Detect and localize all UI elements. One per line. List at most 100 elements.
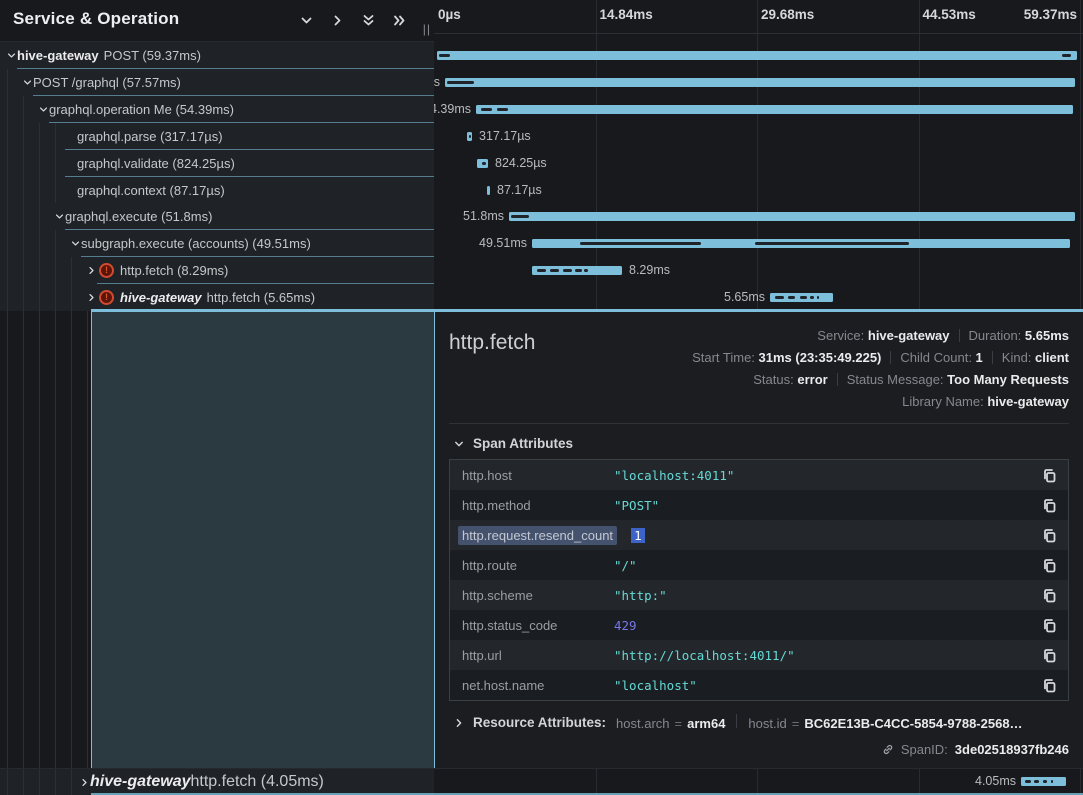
span-duration-bar[interactable] [437, 51, 1077, 60]
ruler-divider [434, 33, 1083, 34]
chevron-down-icon[interactable] [37, 103, 49, 115]
span-label: graphql.execute (51.8ms) [65, 209, 212, 224]
span-attributes-toggle[interactable]: Span Attributes [453, 436, 1069, 451]
span-detail-panel: http.fetch Service: hive-gatewayDuration… [434, 312, 1083, 768]
copy-icon[interactable] [1042, 558, 1058, 573]
attribute-row[interactable]: http.method"POST" [450, 490, 1068, 520]
chevron-right-icon[interactable] [85, 292, 97, 304]
span-duration-bar[interactable] [467, 132, 472, 141]
meta-separator [890, 351, 891, 364]
span-meta: Service: hive-gatewayDuration: 5.65ms Sta… [692, 325, 1069, 413]
copy-icon[interactable] [1042, 588, 1058, 603]
attribute-row[interactable]: http.request.resend_count1 [450, 520, 1068, 550]
tree-row-graphql.execute[interactable]: graphql.execute (51.8ms) [0, 203, 434, 230]
span-duration-bar[interactable] [509, 212, 1075, 221]
bottom-span-row[interactable]: hive-gatewayhttp.fetch (4.05ms) [0, 768, 1083, 795]
attribute-value: "POST" [614, 498, 1042, 513]
meta-value: client [1035, 350, 1069, 365]
attribute-row[interactable]: http.status_code429 [450, 610, 1068, 640]
chevron-right-icon [453, 717, 465, 729]
chevron-down-icon[interactable] [5, 50, 17, 62]
span-label: hive-gatewayPOST (59.37ms) [17, 48, 201, 63]
self-time-mark [537, 269, 546, 272]
meta-label: Library Name: [902, 394, 987, 409]
span-duration-bar[interactable] [445, 78, 1075, 87]
resource-key: host.id [748, 716, 786, 731]
attribute-row[interactable]: http.scheme"http:" [450, 580, 1068, 610]
resource-equals: = [792, 716, 800, 731]
selected-span-expansion [91, 312, 434, 768]
meta-label: Start Time: [692, 350, 758, 365]
expand-one-icon[interactable] [329, 12, 346, 29]
tree-row-POST[interactable]: POST /graphql (57.57ms) [0, 69, 434, 96]
self-time-mark [481, 108, 492, 111]
span-duration-label: 5.65ms [724, 290, 765, 304]
attribute-row[interactable]: http.url"http://localhost:4011/" [450, 640, 1068, 670]
span-duration-bar[interactable] [532, 239, 1070, 248]
tree-row-POST[interactable]: hive-gatewayPOST (59.37ms) [0, 42, 434, 69]
attribute-row[interactable]: http.host"localhost:4011" [450, 460, 1068, 490]
copy-icon[interactable] [1042, 648, 1058, 663]
collapse-one-icon[interactable] [298, 12, 315, 29]
attribute-value: "http:" [614, 588, 1042, 603]
span-label: subgraph.execute (accounts) (49.51ms) [81, 236, 311, 251]
expand-all-icon[interactable] [391, 12, 408, 29]
detail-panel-top-border [91, 309, 1083, 312]
ruler-tick-label: 29.68ms [761, 7, 814, 22]
ruler-tick-label: 59.37ms [1024, 7, 1077, 22]
span-duration-bar[interactable] [477, 159, 488, 168]
attribute-key: http.host [462, 468, 614, 483]
copy-icon[interactable] [1042, 498, 1058, 513]
meta-label: Status Message: [847, 372, 947, 387]
span-label: hive-gatewayhttp.fetch (5.65ms) [120, 290, 315, 305]
span-id-row: SpanID: 3de02518937fb246 [449, 742, 1069, 757]
chevron-right-icon[interactable] [85, 265, 97, 277]
chevron-down-icon[interactable] [69, 238, 81, 250]
ruler-tick-label: 0µs [438, 7, 461, 22]
self-time-mark [755, 242, 908, 245]
span-label: graphql.operation Me (54.39ms) [49, 102, 234, 117]
chevron-right-icon [65, 157, 77, 169]
span-duration-label: 8.29ms [629, 263, 670, 277]
chevron-right-icon [65, 130, 77, 142]
span-label: http.fetch (8.29ms) [120, 263, 228, 278]
tree-row-subgraph.execute[interactable]: subgraph.execute (accounts) (49.51ms) [0, 230, 434, 257]
tree-row-graphql.validate[interactable]: graphql.validate (824.25µs) [0, 150, 434, 177]
copy-icon[interactable] [1042, 528, 1058, 543]
link-icon[interactable] [882, 744, 894, 756]
ruler-tick-label: 44.53ms [923, 7, 976, 22]
attribute-key: http.route [462, 558, 614, 573]
bottom-span-tree-item[interactable]: hive-gatewayhttp.fetch (4.05ms) [0, 769, 434, 795]
copy-icon[interactable] [1042, 618, 1058, 633]
meta-separator [992, 351, 993, 364]
resource-attributes-toggle[interactable]: Resource Attributes: host.arch=arm64host… [453, 714, 1069, 731]
span-duration-bar[interactable] [770, 293, 833, 302]
panel-resize-handle[interactable]: || [423, 22, 431, 36]
tree-row-http.fetch[interactable]: !http.fetch (8.29ms) [0, 257, 434, 284]
self-time-mark [800, 296, 806, 299]
meta-line: Service: hive-gatewayDuration: 5.65ms [692, 325, 1069, 347]
meta-line: Library Name: hive-gateway [692, 391, 1069, 413]
self-time-mark [584, 269, 588, 272]
self-time-mark [511, 215, 529, 218]
copy-icon[interactable] [1042, 468, 1058, 483]
span-duration-bar[interactable] [487, 186, 490, 195]
tree-row-http.fetch[interactable]: !hive-gatewayhttp.fetch (5.65ms) [0, 284, 434, 311]
chevron-down-icon[interactable] [53, 211, 65, 223]
chevron-right-icon[interactable] [78, 776, 90, 788]
attribute-row[interactable]: net.host.name"localhost" [450, 670, 1068, 700]
attribute-row[interactable]: http.route"/" [450, 550, 1068, 580]
tree-row-graphql.parse[interactable]: graphql.parse (317.17µs) [0, 123, 434, 150]
span-duration-label: 824.25µs [495, 156, 547, 170]
copy-icon[interactable] [1042, 678, 1058, 693]
span-duration-bar[interactable] [532, 266, 622, 275]
tree-row-graphql.operation[interactable]: graphql.operation Me (54.39ms) [0, 96, 434, 123]
tree-row-graphql.context[interactable]: graphql.context (87.17µs) [0, 177, 434, 204]
meta-separator [959, 329, 960, 342]
meta-label: Kind: [1002, 350, 1035, 365]
self-time-mark [810, 296, 814, 299]
span-duration-label: 317.17µs [479, 129, 531, 143]
span-duration-bar[interactable] [476, 105, 1073, 114]
chevron-down-icon[interactable] [21, 76, 33, 88]
collapse-all-icon[interactable] [360, 12, 377, 29]
